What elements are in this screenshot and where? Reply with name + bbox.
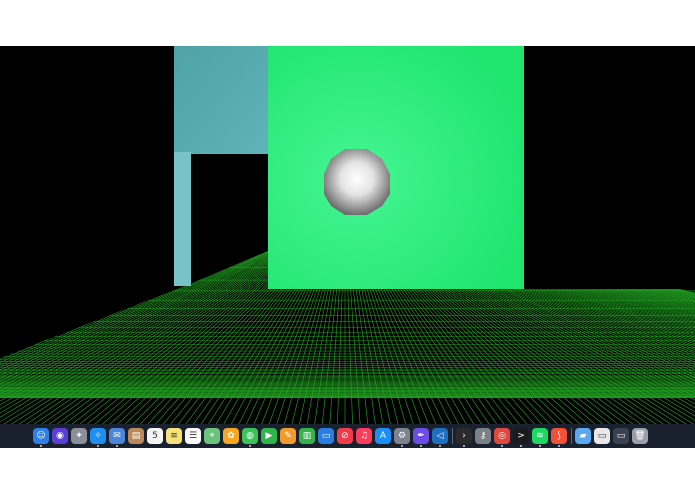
green-wall [268, 46, 524, 289]
launchpad-icon[interactable]: ✦ [71, 428, 87, 444]
trash-icon[interactable]: 🗑 [632, 428, 648, 444]
running-indicator [116, 445, 118, 447]
pen-app-icon[interactable]: ✒ [413, 428, 429, 444]
news-icon[interactable]: ⊘ [337, 428, 353, 444]
messages-icon[interactable]: ◍ [242, 428, 258, 444]
safari-icon[interactable]: ✧ [90, 428, 106, 444]
mail-icon[interactable]: ✉ [109, 428, 125, 444]
sphere-object[interactable] [324, 149, 390, 215]
notes-icon[interactable]: ≡ [166, 428, 182, 444]
running-indicator [463, 445, 465, 447]
running-indicator [520, 445, 522, 447]
contacts-icon[interactable]: ▤ [128, 428, 144, 444]
side-wall-top [174, 46, 268, 154]
running-indicator [501, 445, 503, 447]
terminal-icon[interactable]: › [456, 428, 472, 444]
siri-icon[interactable]: ◉ [52, 428, 68, 444]
running-indicator [249, 445, 251, 447]
side-wall-pillar [174, 152, 191, 286]
finder-icon[interactable]: ☺ [33, 428, 49, 444]
music-icon[interactable]: ♫ [356, 428, 372, 444]
spotify-icon[interactable]: ≋ [532, 428, 548, 444]
maps-icon[interactable]: ⌖ [204, 428, 220, 444]
app-store-icon[interactable]: A [375, 428, 391, 444]
numbers-icon[interactable]: ▥ [299, 428, 315, 444]
keychain-icon[interactable]: ⚷ [475, 428, 491, 444]
keynote-icon[interactable]: ▭ [318, 428, 334, 444]
downloads-stack-icon[interactable]: ▭ [594, 428, 610, 444]
chrome-icon[interactable]: ◎ [494, 428, 510, 444]
folder-icon[interactable]: ▰ [575, 428, 591, 444]
terminal-2-icon[interactable]: > [513, 428, 529, 444]
reminders-icon[interactable]: ☰ [185, 428, 201, 444]
running-indicator [401, 445, 403, 447]
photos-icon[interactable]: ✿ [223, 428, 239, 444]
document-stack-icon[interactable]: ▭ [613, 428, 629, 444]
dock-separator [452, 428, 453, 444]
macos-dock: ☺ ◉ ✦ ✧ ✉ ▤ 5 ≡ ☰ ⌖ ✿ ◍ ▶ ✎ ▥ ▭ ⊘ ♫ A ⚙ ✒ ◁ › ⚷ ◎ > ≋ ⟆ ▰ ▭ ▭ 🗑 [0, 424, 695, 448]
swift-icon[interactable]: ⟆ [551, 428, 567, 444]
running-indicator [97, 445, 99, 447]
facetime-icon[interactable]: ▶ [261, 428, 277, 444]
dock-separator [571, 428, 572, 444]
pages-icon[interactable]: ✎ [280, 428, 296, 444]
3d-scene [0, 46, 695, 424]
calendar-icon[interactable]: 5 [147, 428, 163, 444]
vscode-icon[interactable]: ◁ [432, 428, 448, 444]
running-indicator [439, 445, 441, 447]
running-indicator [558, 445, 560, 447]
running-indicator [40, 445, 42, 447]
system-preferences-icon[interactable]: ⚙ [394, 428, 410, 444]
running-indicator [539, 445, 541, 447]
game-viewport[interactable] [0, 46, 695, 424]
running-indicator [420, 445, 422, 447]
